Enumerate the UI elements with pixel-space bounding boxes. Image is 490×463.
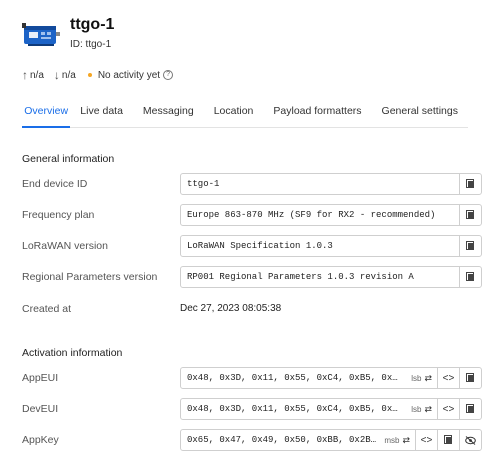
copy-button[interactable] [437,430,459,450]
app-eui-row: AppEUI 0x48, 0x3D, 0x11, 0x55, 0xC4, 0xB… [22,367,484,389]
general-information-heading: General information [22,153,115,165]
copy-button[interactable] [459,267,481,287]
end-device-id-label: End device ID [22,178,88,190]
app-eui-value[interactable]: 0x48, 0x3D, 0x11, 0x55, 0xC4, 0xB5, 0x… [181,368,406,388]
byte-order-label: lsb [411,373,422,383]
copy-icon [444,435,453,445]
device-title: ttgo-1 [70,16,115,33]
code-icon: <> [420,434,433,446]
tab-overview[interactable]: Overview [22,96,71,128]
regional-params-value[interactable]: RP001 Regional Parameters 1.0.3 revision… [181,267,459,287]
created-at-row: Created at Dec 27, 2023 08:05:38 [22,298,484,320]
lorawan-version-row: LoRaWAN version LoRaWAN Specification 1.… [22,235,484,257]
status-dot-icon [87,73,92,77]
tab-location[interactable]: Location [204,96,264,128]
regional-params-label: Regional Parameters version [22,271,158,283]
code-view-button[interactable]: <> [437,368,459,388]
created-at-value: Dec 27, 2023 08:05:38 [180,303,282,314]
copy-icon [466,241,475,251]
tab-live-data[interactable]: Live data [70,96,133,128]
lorawan-version-value[interactable]: LoRaWAN Specification 1.0.3 [181,236,459,256]
activation-information-heading: Activation information [22,347,123,359]
byte-order-label: msb [384,435,400,445]
byte-order-toggle[interactable]: lsb ⇄ [406,399,437,419]
arrow-up-icon: ↑ [22,68,28,82]
tab-messaging[interactable]: Messaging [133,96,204,128]
copy-icon [466,210,475,220]
copy-button[interactable] [459,399,481,419]
swap-icon: ⇄ [424,403,432,414]
code-icon: <> [442,372,455,384]
regional-params-field: RP001 Regional Parameters 1.0.3 revision… [180,266,482,288]
frequency-plan-label: Frequency plan [22,209,95,221]
app-key-row: AppKey 0x65, 0x47, 0x49, 0x50, 0xBB, 0x2… [22,429,484,451]
toggle-visibility-button[interactable] [459,430,481,450]
app-key-value[interactable]: 0x65, 0x47, 0x49, 0x50, 0xBB, 0x2B… [181,430,379,450]
copy-icon [466,373,475,383]
activity-stat: No activity yet ? [86,69,174,81]
lorawan-version-field: LoRaWAN Specification 1.0.3 [180,235,482,257]
lorawan-version-label: LoRaWAN version [22,240,108,252]
swap-icon: ⇄ [402,434,410,445]
help-icon[interactable]: ? [163,70,174,80]
uplink-stat: ↑ n/a [22,68,44,82]
code-view-button[interactable]: <> [437,399,459,419]
frequency-plan-value[interactable]: Europe 863-870 MHz (SF9 for RX2 - recomm… [181,205,459,225]
created-at-label: Created at [22,303,72,315]
swap-icon: ⇄ [424,372,432,383]
arrow-down-icon: ↓ [53,68,60,82]
copy-icon [466,272,475,282]
copy-button[interactable] [459,368,481,388]
device-board-icon [22,23,60,46]
eye-off-icon [465,435,476,445]
device-header: ttgo-1 ID: ttgo-1 [22,16,462,56]
app-eui-label: AppEUI [22,372,59,384]
activity-text: No activity yet [97,69,161,81]
regional-params-row: Regional Parameters version RP001 Region… [22,266,484,288]
app-key-label: AppKey [22,434,59,446]
copy-button[interactable] [459,236,481,256]
frequency-plan-row: Frequency plan Europe 863-870 MHz (SF9 f… [22,204,484,226]
downlink-stat: ↓ n/a [54,68,76,82]
code-icon: <> [442,403,455,415]
tab-payload-formatters[interactable]: Payload formatters [263,96,371,128]
copy-button[interactable] [459,205,481,225]
dev-eui-row: DevEUI 0x48, 0x3D, 0x11, 0x55, 0xC4, 0xB… [22,398,484,420]
code-view-button[interactable]: <> [415,430,437,450]
app-eui-field: 0x48, 0x3D, 0x11, 0x55, 0xC4, 0xB5, 0x… … [180,367,482,389]
end-device-id-field: ttgo-1 [180,173,482,195]
dev-eui-field: 0x48, 0x3D, 0x11, 0x55, 0xC4, 0xB5, 0x… … [180,398,482,420]
downlink-count: n/a [61,69,76,81]
byte-order-toggle[interactable]: msb ⇄ [379,430,415,450]
frequency-plan-field: Europe 863-870 MHz (SF9 for RX2 - recomm… [180,204,482,226]
uplink-count: n/a [30,69,44,81]
device-id-label: ID: ttgo-1 [70,39,112,50]
dev-eui-label: DevEUI [22,403,59,415]
device-tabs: Overview Live data Messaging Location Pa… [22,96,468,128]
app-key-field: 0x65, 0x47, 0x49, 0x50, 0xBB, 0x2B… msb … [180,429,482,451]
byte-order-toggle[interactable]: lsb ⇄ [406,368,437,388]
end-device-id-value[interactable]: ttgo-1 [181,174,459,194]
device-stats: ↑ n/a ↓ n/a No activity yet ? [22,68,462,82]
tab-general-settings[interactable]: General settings [372,96,468,128]
dev-eui-value[interactable]: 0x48, 0x3D, 0x11, 0x55, 0xC4, 0xB5, 0x… [181,399,406,419]
copy-button[interactable] [459,174,481,194]
copy-icon [466,179,475,189]
byte-order-label: lsb [411,404,422,414]
end-device-id-row: End device ID ttgo-1 [22,173,484,195]
copy-icon [466,404,475,414]
